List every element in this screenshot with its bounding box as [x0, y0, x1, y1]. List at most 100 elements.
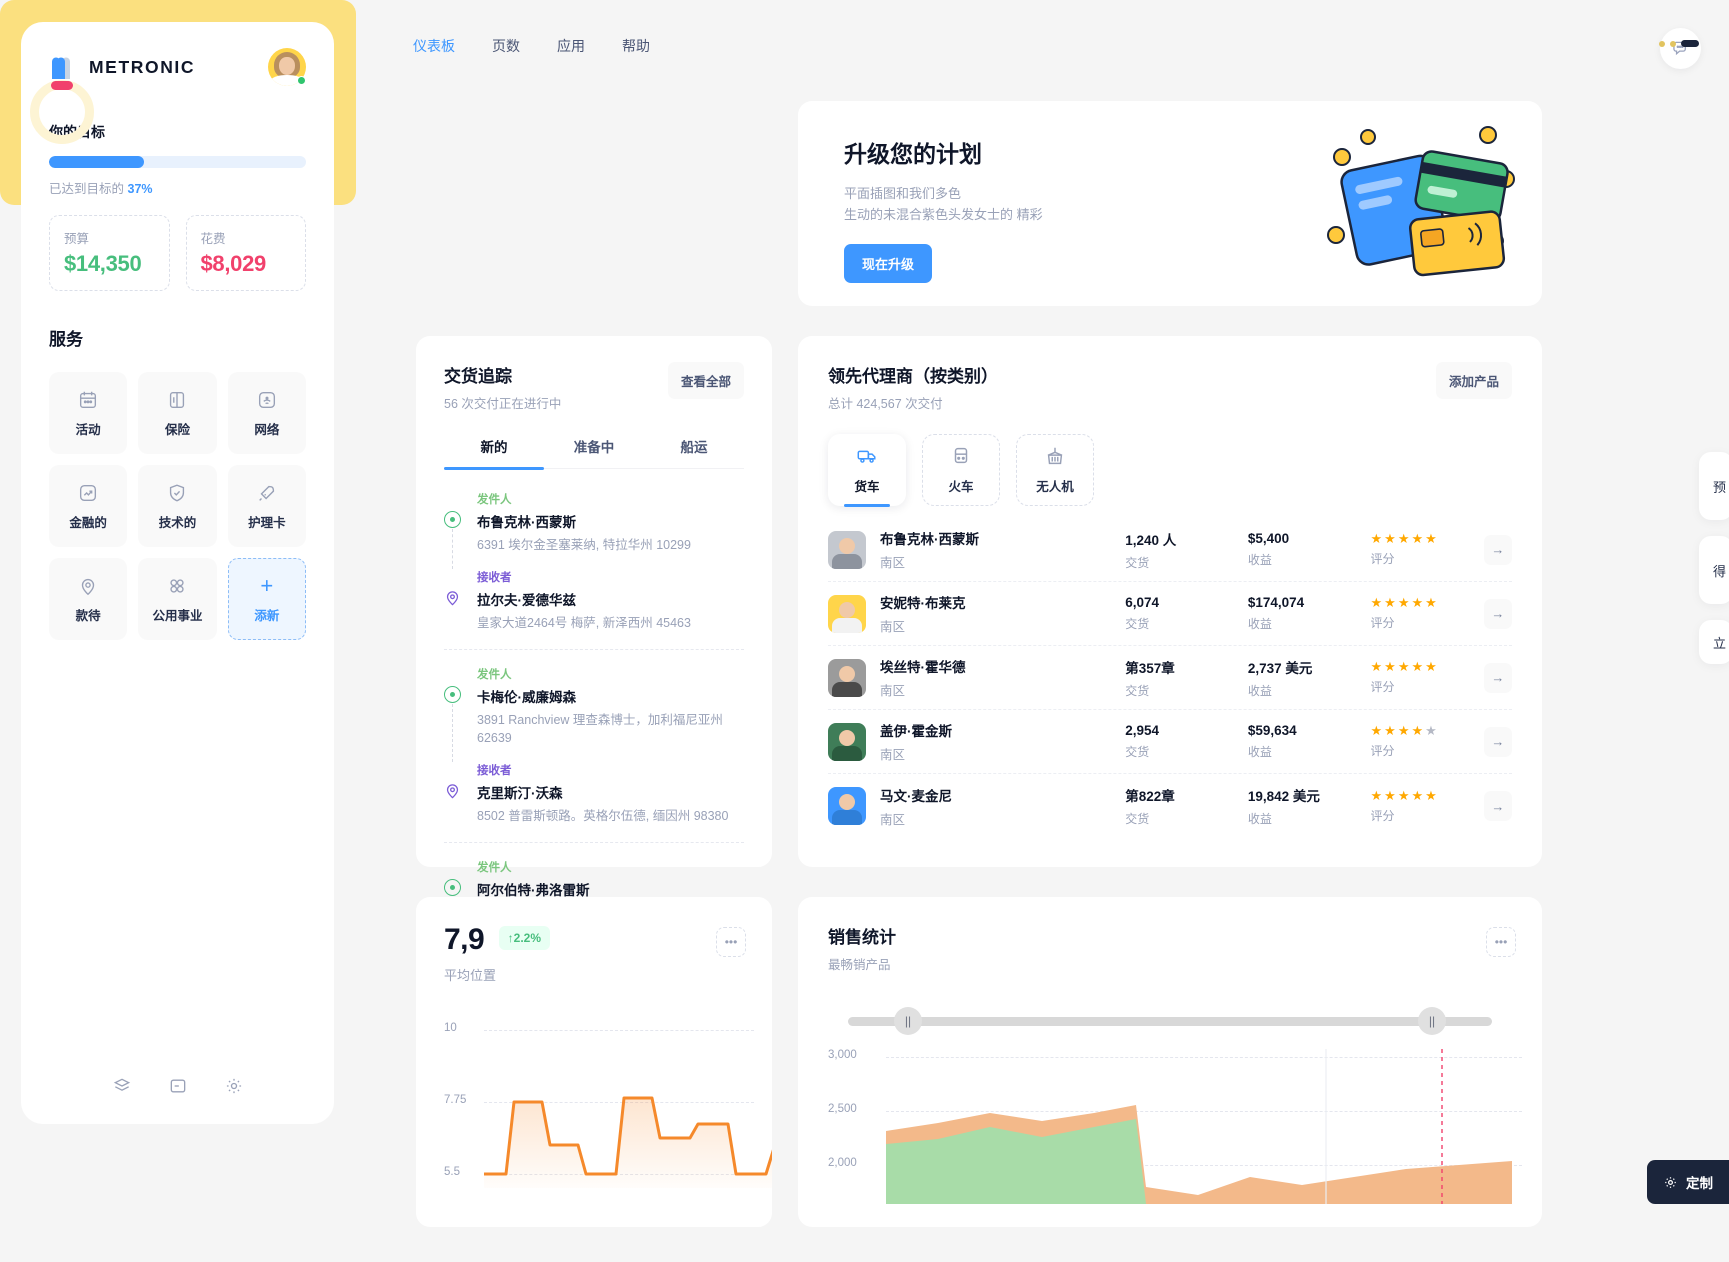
- service-tile-hospitality[interactable]: 款待: [49, 558, 128, 640]
- agent-identity: 安妮特·布莱克 南区: [880, 592, 1125, 635]
- tracking-receiver-info: 接收者 克里斯汀·沃森 8502 普雷斯顿路。英格尔伍德, 缅因州 98380: [477, 762, 728, 826]
- service-tile-network[interactable]: 网络: [227, 372, 306, 454]
- status-badge: ★ ★ ★ ★ ★: [1370, 659, 1437, 674]
- avatar: [828, 594, 866, 633]
- service-label: 金融的: [69, 515, 107, 530]
- agent-revenue: 2,737 美元 收益: [1248, 657, 1371, 699]
- tracking-label-from: 发件人: [477, 668, 512, 681]
- agent-identity: 盖伊·霍金斯 南区: [880, 720, 1125, 763]
- row-arrow-button[interactable]: →: [1483, 534, 1512, 565]
- slider-handle-left[interactable]: ||: [894, 1007, 922, 1035]
- mode-tab-drone[interactable]: 无人机: [1016, 434, 1094, 506]
- course-card-pagination[interactable]: [1659, 40, 1699, 47]
- peek-card-2[interactable]: 得: [1699, 536, 1729, 604]
- goal-progress-label: 已达到目标的 37%: [49, 178, 306, 197]
- tracking-receiver-address: 8502 普雷斯顿路。英格尔伍德, 缅因州 98380: [477, 809, 729, 823]
- row-arrow-button[interactable]: →: [1483, 598, 1512, 629]
- tab-new[interactable]: 新的: [444, 436, 544, 470]
- tracking-label-to: 接收者: [477, 765, 512, 777]
- nav-item-pages[interactable]: 页数: [492, 36, 520, 56]
- view-all-button[interactable]: 查看全部: [667, 362, 744, 399]
- pagination-dot[interactable]: [1670, 40, 1676, 47]
- tracking-tabs: 新的 准备中 船运: [444, 436, 744, 470]
- stat-budget-value: $14,350: [64, 251, 142, 276]
- row-arrow-button[interactable]: →: [1483, 791, 1512, 821]
- tracking-timeline: 发件人 布鲁克林·西蒙斯 6391 埃尔金圣塞莱纳, 特拉华州 10299 接收…: [444, 491, 744, 915]
- mode-tab-truck[interactable]: 货车: [828, 434, 906, 507]
- agent-delivery-caption: 交货: [1125, 812, 1150, 826]
- rocket-icon: [256, 482, 278, 504]
- agent-rating-caption: 评分: [1370, 808, 1395, 823]
- y-tick-label: 5.5: [444, 1166, 460, 1178]
- service-tile-technical[interactable]: 技术的: [138, 465, 217, 547]
- pagination-dot-active[interactable]: [1681, 40, 1699, 47]
- service-tile-carecard[interactable]: 护理卡: [227, 465, 306, 547]
- slider-track[interactable]: [848, 1017, 1492, 1026]
- service-tile-utilities[interactable]: 公用事业: [138, 558, 217, 640]
- slider-handle-right[interactable]: ||: [1418, 1007, 1446, 1035]
- peek-card-3[interactable]: 立: [1699, 620, 1729, 664]
- y-tick-label: 10: [444, 1022, 457, 1034]
- goal-progress-prefix: 已达到目标的: [49, 182, 125, 196]
- tab-shipping[interactable]: 船运: [644, 436, 744, 468]
- agent-delivery: 第357章 交货: [1125, 657, 1248, 699]
- agents-header: 领先代理商（按类别） 总计 424,567 次交付 添加产品: [828, 362, 1512, 412]
- y-tick-label: 3,000: [828, 1049, 857, 1061]
- grid-dots-icon: [166, 575, 188, 597]
- avatar[interactable]: [268, 48, 306, 86]
- agents-table: 布鲁克林·西蒙斯 南区 1,240 人 交货 $5,400 收益 ★ ★ ★ ★ ★ 评…: [828, 518, 1512, 838]
- service-tile-activity[interactable]: 活动: [49, 372, 128, 454]
- brand[interactable]: METRONIC: [49, 53, 195, 81]
- avg-position-value: 7,9: [444, 923, 485, 956]
- nav-item-dashboard[interactable]: 仪表板: [413, 36, 455, 56]
- row-arrow-button[interactable]: →: [1483, 726, 1512, 757]
- sales-range-slider[interactable]: || ||: [828, 1007, 1512, 1035]
- customize-button[interactable]: 定制: [1647, 1160, 1729, 1204]
- sidebar: METRONIC 你的目标 已达到目标的 37% 预算 $14,350 花费 $…: [21, 22, 334, 1124]
- service-tile-financial[interactable]: 金融的: [49, 465, 128, 547]
- stat-spent: 花费 $8,029: [185, 215, 306, 291]
- trending-up-icon: [77, 482, 99, 504]
- avg-position-menu-button[interactable]: •••: [716, 927, 746, 957]
- service-tile-add-new[interactable]: + 添新: [227, 558, 306, 640]
- avg-position-series: [484, 1096, 772, 1188]
- tracking-heading: 交货追踪 56 次交付正在进行中: [444, 362, 561, 412]
- agent-revenue: $59,634 收益: [1248, 723, 1371, 760]
- peek-card-1[interactable]: 预: [1699, 452, 1729, 520]
- dashboard-page: METRONIC 你的目标 已达到目标的 37% 预算 $14,350 花费 $…: [0, 0, 1729, 1262]
- mode-tab-train[interactable]: 火车: [922, 434, 1000, 506]
- book-open-icon: [166, 389, 188, 411]
- sidebar-footer: [21, 1076, 334, 1096]
- agent-revenue: $174,074 收益: [1248, 595, 1371, 632]
- pagination-dot[interactable]: [1659, 40, 1665, 47]
- document-icon[interactable]: [168, 1076, 188, 1096]
- layers-icon[interactable]: [112, 1076, 132, 1096]
- table-row[interactable]: 马文·麦金尼 南区 第822章 交货 19,842 美元 收益 ★ ★ ★ ★ ★ 评分: [828, 774, 1512, 838]
- agent-rating-caption: 评分: [1370, 680, 1395, 694]
- table-row[interactable]: 埃丝特·霍华德 南区 第357章 交货 2,737 美元 收益 ★ ★ ★ ★ ★ 评分: [828, 646, 1512, 710]
- upgrade-now-button[interactable]: 现在升级: [844, 243, 933, 283]
- sales-menu-button[interactable]: •••: [1486, 927, 1516, 957]
- nav-item-help[interactable]: 帮助: [622, 36, 650, 56]
- add-product-button[interactable]: 添加产品: [1435, 362, 1512, 399]
- tab-preparing[interactable]: 准备中: [544, 436, 644, 468]
- ellipsis-icon: •••: [1494, 935, 1508, 949]
- chat-button[interactable]: [1660, 28, 1701, 69]
- agents-subtitle: 总计 424,567 次交付: [828, 397, 943, 411]
- goal-progress-fill: [49, 156, 145, 168]
- agent-rating: ★ ★ ★ ★ ★ 评分: [1371, 532, 1484, 567]
- nav-item-apps[interactable]: 应用: [557, 36, 585, 56]
- table-row[interactable]: 盖伊·霍金斯 南区 2,954 交货 $59,634 收益 ★ ★ ★ ★ ★ 评分: [828, 710, 1512, 774]
- gear-icon[interactable]: [224, 1076, 244, 1096]
- table-row[interactable]: 布鲁克林·西蒙斯 南区 1,240 人 交货 $5,400 收益 ★ ★ ★ ★ ★ 评…: [828, 518, 1512, 582]
- agents-title: 领先代理商（按类别）: [828, 367, 998, 386]
- sales-subtitle: 最畅销产品: [828, 958, 891, 972]
- row-arrow-button[interactable]: →: [1483, 662, 1512, 693]
- service-tile-insurance[interactable]: 保险: [138, 372, 217, 454]
- table-row[interactable]: 安妮特·布莱克 南区 6,074 交货 $174,074 收益 ★ ★ ★ ★ ★ 评分: [828, 582, 1512, 646]
- status-badge: ★ ★ ★ ★ ★: [1370, 723, 1437, 738]
- average-position-card: 7,9 ↑2.2% 平均位置 ••• 10 7.75 5.5: [416, 897, 772, 1227]
- agent-delivery-caption: 交货: [1125, 745, 1150, 759]
- stat-spent-label: 花费: [200, 232, 226, 246]
- customize-label: 定制: [1686, 1176, 1713, 1191]
